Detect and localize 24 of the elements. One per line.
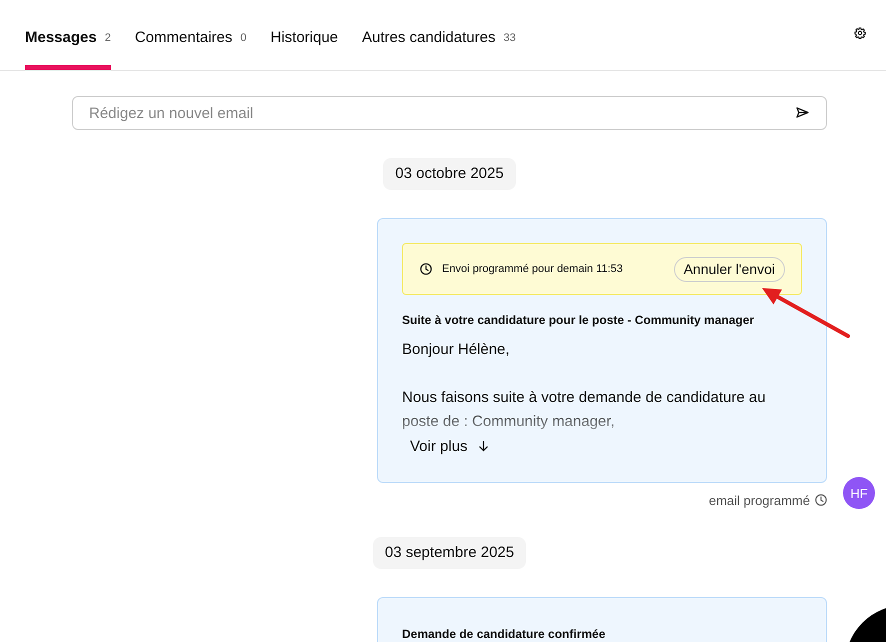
tab[interactable]: Commentaires 0 [134, 0, 246, 70]
tab-count: 33 [503, 32, 516, 44]
arrow-down-icon [478, 440, 489, 452]
email-compose-field[interactable]: Rédigez un nouvel email [72, 96, 827, 130]
tab-count: 0 [240, 32, 246, 44]
user-avatar: HF [843, 477, 875, 509]
clock-icon [420, 263, 432, 275]
show-more-button[interactable]: Voir plus [402, 434, 497, 458]
tab[interactable]: Historique [270, 0, 338, 70]
tab-count: 2 [104, 32, 111, 44]
date-separator: 03 octobre 2025 [383, 158, 516, 190]
send-icon[interactable] [796, 107, 809, 118]
message-body-text: Bonjour Hélène, [402, 340, 511, 360]
message-subject: Suite à votre candidature pour le poste - Community manager [402, 312, 756, 328]
clock-icon [815, 494, 827, 506]
settings-icon[interactable] [854, 27, 866, 39]
message-body-text: Nous faisons suite à votre demande de candidature au poste de : Community manager, [402, 388, 767, 432]
status-text: email programmé [708, 492, 810, 508]
date-separator: 03 septembre 2025 [372, 537, 526, 569]
tab[interactable]: Autres candidatures 33 [362, 0, 516, 70]
tab[interactable]: Messages 2 [25, 0, 111, 70]
scheduled-text: Envoi programmé pour demain 11:53 [442, 263, 623, 275]
message-subject: Demande de candidature confirmée [402, 626, 606, 642]
cancel-send-button[interactable]: Annuler l'envoi [674, 256, 785, 282]
